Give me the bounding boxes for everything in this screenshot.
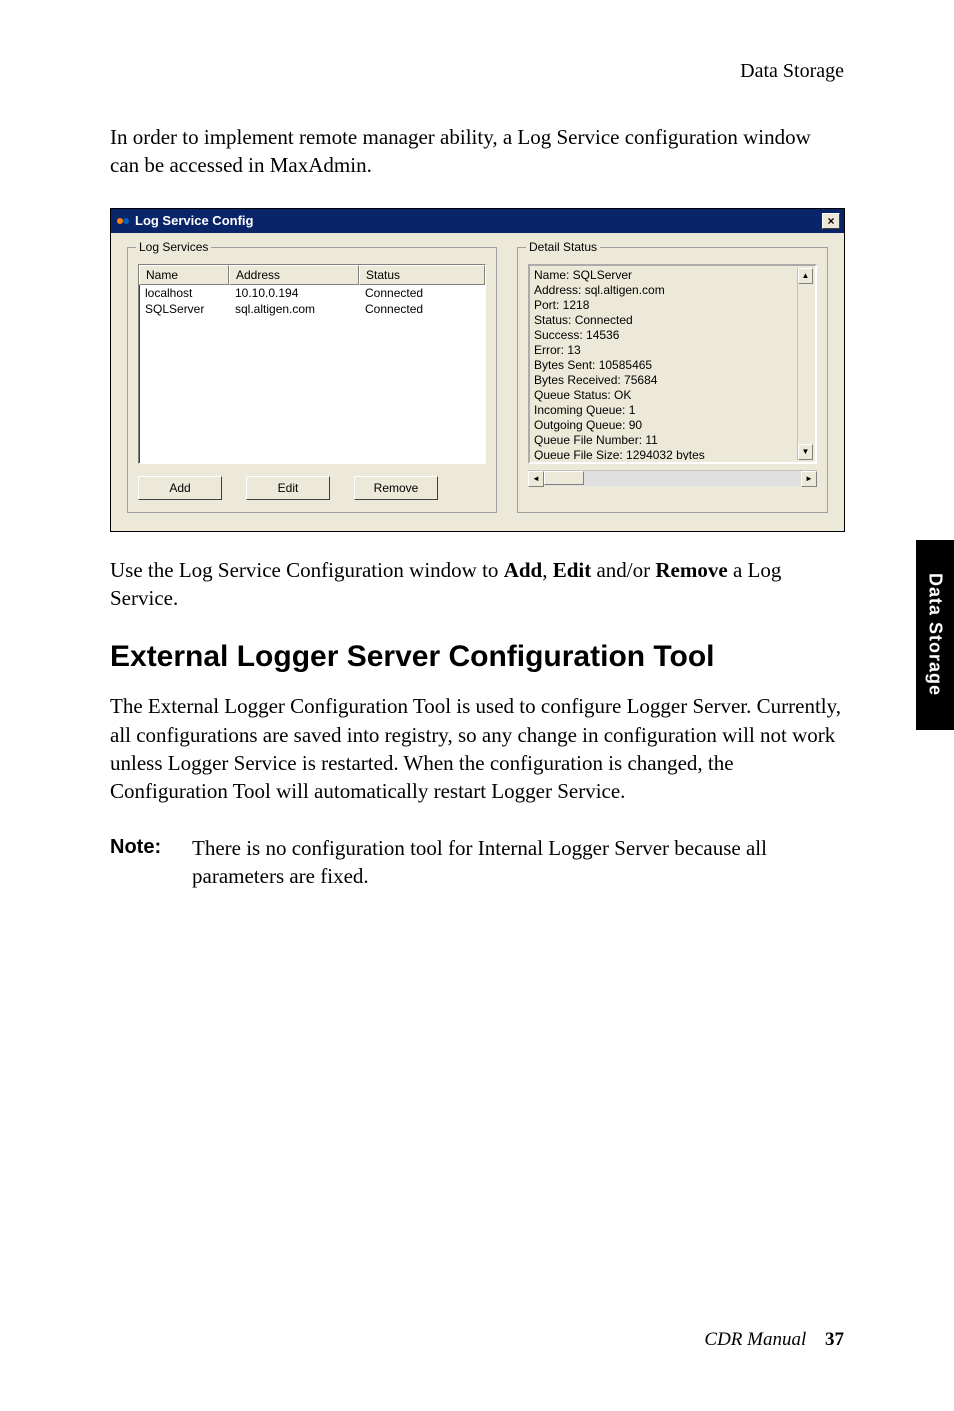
detail-status-box: Name: SQLServer Address: sql.altigen.com…	[528, 264, 817, 464]
dialog-titlebar: Log Service Config ×	[111, 209, 844, 233]
side-tab: Data Storage	[916, 540, 954, 730]
log-services-group: Log Services Name Address Status localho…	[127, 247, 497, 513]
text: ,	[542, 558, 553, 582]
footer-page: 37	[825, 1329, 844, 1350]
add-button[interactable]: Add	[138, 476, 222, 500]
page-header-right: Data Storage	[110, 60, 844, 83]
group-label: Log Services	[136, 240, 211, 254]
page-footer: CDR Manual 37	[704, 1329, 844, 1351]
intro-paragraph: In order to implement remote manager abi…	[110, 123, 844, 180]
app-icon	[115, 213, 131, 229]
bold-edit: Edit	[553, 558, 592, 582]
cell-name: SQLServer	[139, 302, 229, 316]
horizontal-scrollbar[interactable]: ◄ ►	[528, 470, 817, 486]
list-row[interactable]: SQLServer sql.altigen.com Connected	[139, 301, 485, 317]
col-status-header[interactable]: Status	[359, 265, 485, 285]
detail-status-group: Detail Status Name: SQLServer Address: s…	[517, 247, 828, 513]
post-dialog-paragraph: Use the Log Service Configuration window…	[110, 556, 844, 613]
log-service-config-dialog: Log Service Config × Log Services Name A…	[110, 208, 845, 532]
scroll-right-icon[interactable]: ►	[801, 471, 817, 487]
bold-add: Add	[504, 558, 543, 582]
cell-status: Connected	[359, 302, 485, 316]
section-body: The External Logger Configuration Tool i…	[110, 692, 844, 805]
detail-text: Name: SQLServer Address: sql.altigen.com…	[534, 268, 797, 460]
col-address-header[interactable]: Address	[229, 265, 359, 285]
dialog-title: Log Service Config	[135, 213, 822, 228]
text: Use the Log Service Configuration window…	[110, 558, 504, 582]
list-header: Name Address Status	[139, 265, 485, 285]
list-row[interactable]: localhost 10.10.0.194 Connected	[139, 285, 485, 301]
services-list[interactable]: Name Address Status localhost 10.10.0.19…	[138, 264, 486, 464]
section-heading: External Logger Server Configuration Too…	[110, 640, 844, 674]
note: Note: There is no configuration tool for…	[110, 834, 844, 891]
close-icon[interactable]: ×	[822, 213, 840, 229]
note-text: There is no configuration tool for Inter…	[192, 834, 844, 891]
scroll-left-icon[interactable]: ◄	[528, 471, 544, 487]
col-name-header[interactable]: Name	[139, 265, 229, 285]
note-label: Note:	[110, 834, 174, 861]
vertical-scrollbar[interactable]: ▲ ▼	[797, 268, 813, 460]
group-label: Detail Status	[526, 240, 600, 254]
text: and/or	[591, 558, 655, 582]
scroll-down-icon[interactable]: ▼	[798, 444, 813, 460]
bold-remove: Remove	[655, 558, 727, 582]
footer-book: CDR Manual	[704, 1329, 806, 1350]
cell-address: sql.altigen.com	[229, 302, 359, 316]
cell-name: localhost	[139, 286, 229, 300]
scroll-thumb[interactable]	[544, 471, 584, 485]
scroll-up-icon[interactable]: ▲	[798, 268, 813, 284]
cell-status: Connected	[359, 286, 485, 300]
cell-address: 10.10.0.194	[229, 286, 359, 300]
remove-button[interactable]: Remove	[354, 476, 438, 500]
edit-button[interactable]: Edit	[246, 476, 330, 500]
